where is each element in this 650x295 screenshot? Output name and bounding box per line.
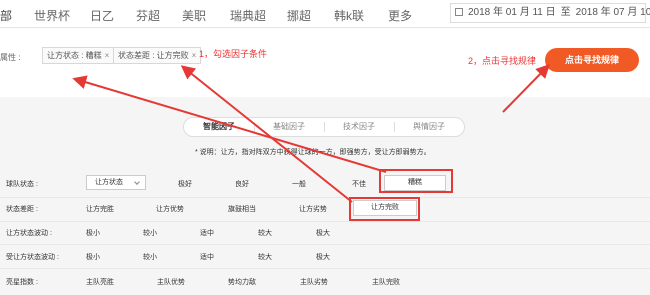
- row-divider: [0, 221, 650, 222]
- date-range-picker[interactable]: 2018 年 01 月 11 日至 2018 年 07 月 10 日: [450, 3, 650, 23]
- nav-item-mls[interactable]: 美职: [182, 7, 206, 24]
- date-end: 2018 年 07 月 10 日: [575, 7, 650, 18]
- nav-item-korea[interactable]: 韩k联: [334, 7, 364, 24]
- option-cell[interactable]: 旗鼓相当: [228, 204, 256, 214]
- annotation-step1: 1，勾选因子条件: [199, 49, 268, 59]
- option-cell[interactable]: 极好: [178, 179, 192, 189]
- nav-item-sweden[interactable]: 瑞典超: [230, 7, 266, 24]
- option-cell[interactable]: 不佳: [352, 179, 366, 189]
- close-icon[interactable]: ×: [192, 51, 197, 60]
- date-start: 2018 年 01 月 11 日: [468, 7, 556, 18]
- row-label-star-index: 亮星指数 :: [6, 279, 38, 286]
- row-label-team-status: 球队状态 :: [6, 181, 38, 188]
- row-label-receiver-fluctuation: 受让方状态波动 :: [6, 254, 59, 261]
- chevron-down-icon: [134, 179, 140, 185]
- annotation-step2: 2，点击寻找规律: [468, 56, 537, 66]
- option-cell[interactable]: 极小: [86, 252, 100, 262]
- nav-item-more[interactable]: 更多: [388, 7, 412, 24]
- option-cell[interactable]: 一般: [292, 179, 306, 189]
- close-icon[interactable]: ×: [105, 51, 110, 60]
- option-cell[interactable]: 极大: [316, 228, 330, 238]
- option-cell[interactable]: 让方完胜: [86, 204, 114, 214]
- find-pattern-button[interactable]: 点击寻找规律: [545, 48, 639, 72]
- row-divider: [0, 268, 650, 269]
- option-cell[interactable]: 极小: [86, 228, 100, 238]
- filter-tag-label: 状态差距 : 让方完败: [118, 51, 189, 60]
- option-cell[interactable]: 极大: [316, 252, 330, 262]
- option-cell[interactable]: 适中: [200, 252, 214, 262]
- calendar-icon: [455, 8, 463, 16]
- tab-smart-factor[interactable]: 智能因子: [184, 118, 254, 136]
- option-cell[interactable]: 较小: [143, 252, 157, 262]
- top-nav: 部 世界杯 日乙 芬超 美职 瑞典超 挪超 韩k联 更多 2018 年 01 月…: [0, 0, 650, 28]
- row-label-status-gap: 状态差距 :: [6, 206, 38, 213]
- tab-basic-factor[interactable]: 基础因子: [254, 118, 324, 136]
- attr-label: 属性 :: [0, 53, 21, 62]
- option-cell[interactable]: 较大: [258, 252, 272, 262]
- nav-item-norway[interactable]: 挪超: [287, 7, 311, 24]
- filter-tag-team-status[interactable]: 让方状态 : 糟糕 ×: [42, 47, 115, 64]
- filter-tag-label: 让方状态 : 糟糕: [47, 51, 102, 60]
- option-cell[interactable]: 适中: [200, 228, 214, 238]
- option-cell[interactable]: 较大: [258, 228, 272, 238]
- factor-tabs: 智能因子 基础因子 技术因子 舆情因子: [183, 117, 465, 137]
- team-status-select[interactable]: 让方状态: [86, 175, 146, 190]
- option-cell[interactable]: 主队劣势: [300, 277, 328, 287]
- option-cell[interactable]: 主队亮胜: [86, 277, 114, 287]
- explanation-note: * 说明：让方，指对阵双方中获得让球的一方，即强势方，受让方即弱势方。: [195, 149, 431, 156]
- option-cell[interactable]: 让方劣势: [299, 204, 327, 214]
- date-sep: 至: [560, 7, 571, 18]
- factor-panel: 智能因子 基础因子 技术因子 舆情因子 * 说明：让方，指对阵双方中获得让球的一…: [0, 97, 650, 295]
- option-cell[interactable]: 良好: [235, 179, 249, 189]
- filter-tag-status-gap[interactable]: 状态差距 : 让方完败 ×: [113, 47, 202, 64]
- option-cell[interactable]: 主队优势: [157, 277, 185, 287]
- highlight-box-complete-loss: [349, 197, 420, 221]
- nav-item-finland[interactable]: 芬超: [136, 7, 160, 24]
- option-cell[interactable]: 让方优势: [156, 204, 184, 214]
- tab-sentiment-factor[interactable]: 舆情因子: [394, 118, 464, 136]
- option-cell[interactable]: 主队完败: [372, 277, 400, 287]
- row-divider: [0, 244, 650, 245]
- option-cell[interactable]: 势均力敌: [228, 277, 256, 287]
- row-divider: [0, 197, 650, 198]
- nav-item-japan-j2[interactable]: 日乙: [90, 7, 114, 24]
- select-value: 让方状态: [95, 179, 123, 186]
- nav-item-world-cup[interactable]: 世界杯: [34, 7, 70, 24]
- tab-tech-factor[interactable]: 技术因子: [324, 118, 394, 136]
- row-label-giver-fluctuation: 让方状态波动 :: [6, 230, 52, 237]
- nav-item-partial[interactable]: 部: [0, 7, 12, 24]
- option-cell[interactable]: 较小: [143, 228, 157, 238]
- highlight-box-terrible: [379, 169, 453, 193]
